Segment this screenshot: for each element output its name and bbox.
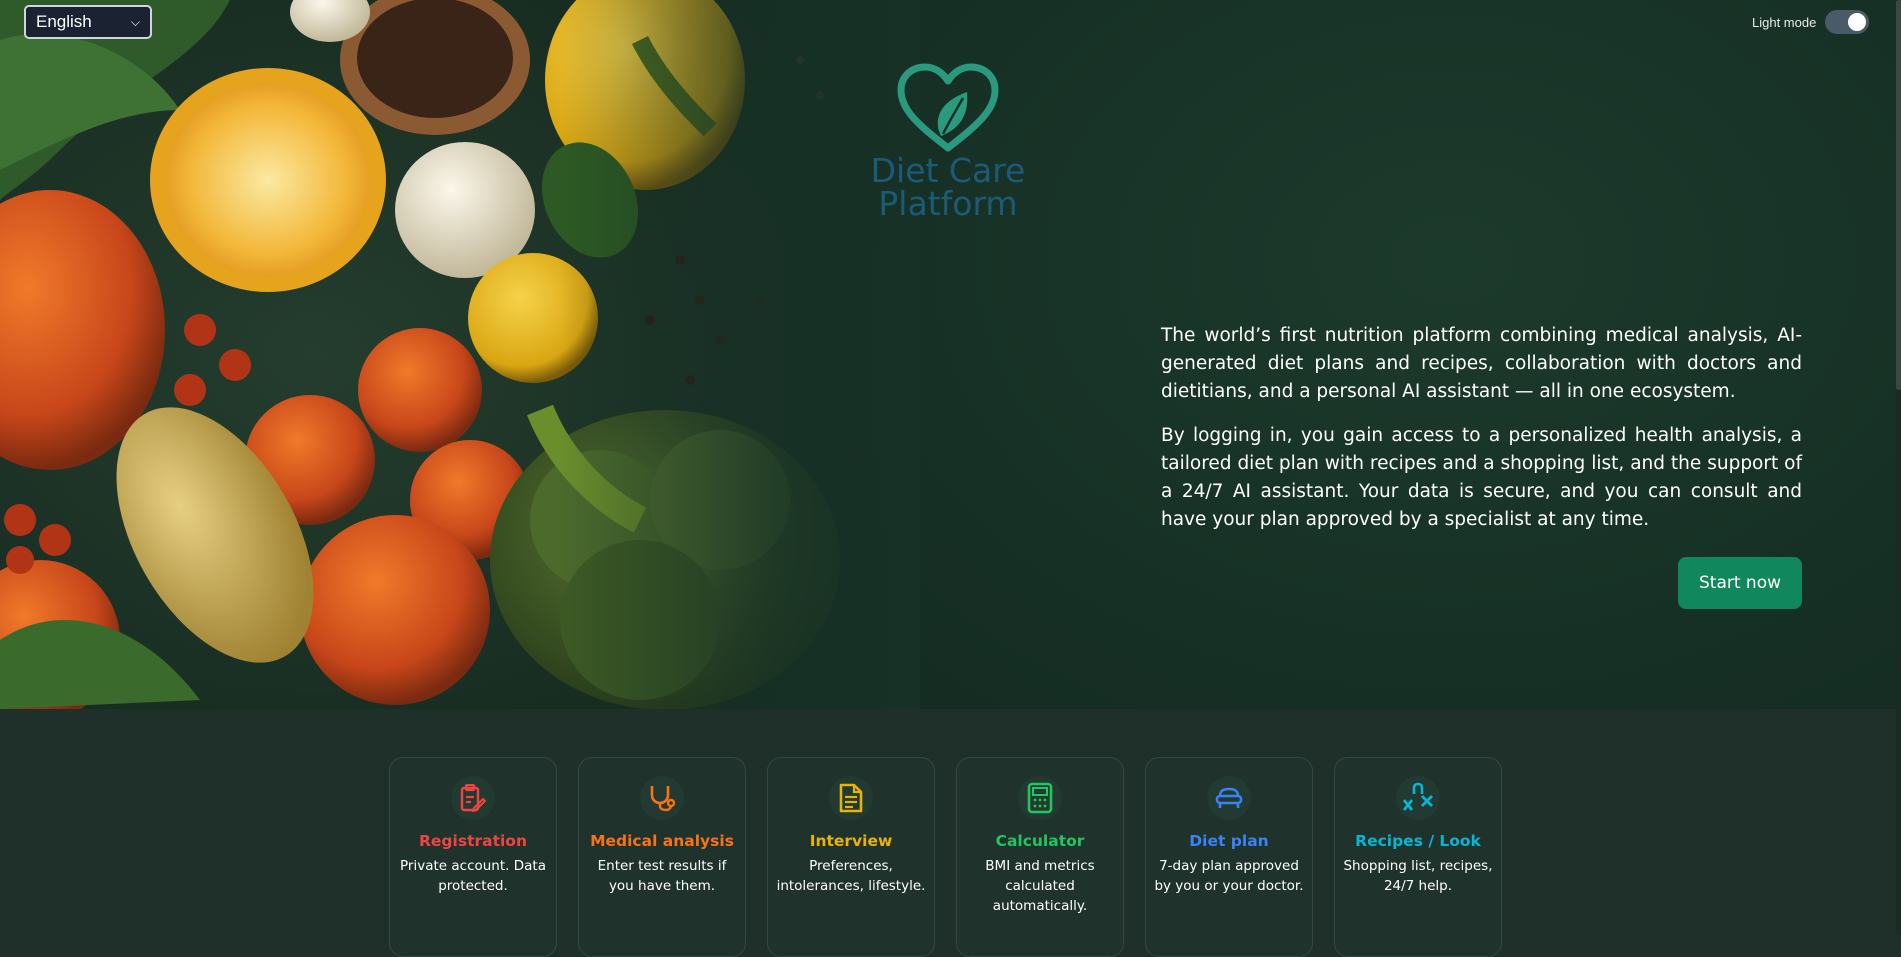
logo-line-1: Diet Care [870, 151, 1026, 190]
bed-icon [1207, 776, 1251, 820]
step-description: Private account. Data protected. [400, 858, 546, 894]
logo-title: Diet Care Platform [858, 154, 1038, 220]
step-title: Calculator [995, 832, 1085, 850]
step-card-interview: Interview Preferences, intolerances, lif… [767, 757, 935, 957]
document-icon [829, 776, 873, 820]
intro-text: The world’s first nutrition platform com… [1161, 322, 1802, 550]
step-description: Preferences, intolerances, lifestyle. [776, 858, 926, 894]
intro-paragraph-1: The world’s first nutrition platform com… [1161, 325, 1802, 402]
language-select-value: English [36, 12, 92, 31]
step-title: Diet plan [1189, 832, 1269, 850]
step-description: Shopping list, recipes, 24/7 help. [1343, 858, 1493, 894]
theme-toggle-label: Light mode [1752, 14, 1817, 30]
clipboard-edit-icon [451, 776, 495, 820]
step-description: Enter test results if you have them. [597, 858, 727, 894]
logo: Diet Care Platform [858, 62, 1038, 232]
theme-toggle[interactable]: Light mode [1752, 10, 1870, 34]
chevron-down-icon: ⌵ [130, 15, 140, 29]
page-scrollbar-thumb[interactable] [1896, 0, 1901, 390]
page-scrollbar[interactable] [1896, 0, 1901, 935]
start-now-button[interactable]: Start now [1678, 557, 1802, 609]
hero-section: English ⌵ Light mode Diet Care Platform … [0, 0, 1896, 709]
theme-switch-knob [1848, 13, 1867, 31]
calculator-icon [1018, 776, 1062, 820]
step-title: Interview [809, 832, 893, 850]
language-select[interactable]: English ⌵ [24, 5, 152, 39]
step-card-calculator: Calculator BMI and metrics calculated au… [956, 757, 1124, 957]
intro-paragraph-2: By logging in, you gain access to a pers… [1161, 425, 1802, 530]
step-card-recipes-look: Recipes / Look Shopping list, recipes, 2… [1334, 757, 1502, 957]
step-card-registration: Registration Private account. Data prote… [389, 757, 557, 957]
step-title: Recipes / Look [1355, 832, 1481, 850]
step-title: Registration [418, 832, 527, 850]
step-description: 7-day plan approved by you or your docto… [1154, 858, 1304, 894]
stethoscope-icon [640, 776, 684, 820]
logo-line-2: Platform [878, 184, 1018, 223]
steps-row: Registration Private account. Data prote… [389, 757, 1502, 957]
magnet-x-icon [1396, 776, 1440, 820]
step-description: BMI and metrics calculated automatically… [985, 858, 1095, 914]
step-card-diet-plan: Diet plan 7-day plan approved by you or … [1145, 757, 1313, 957]
step-title: Medical analysis [590, 832, 734, 850]
step-card-medical-analysis: Medical analysis Enter test results if y… [578, 757, 746, 957]
theme-switch[interactable] [1825, 10, 1870, 34]
heart-leaf-icon [897, 63, 999, 152]
